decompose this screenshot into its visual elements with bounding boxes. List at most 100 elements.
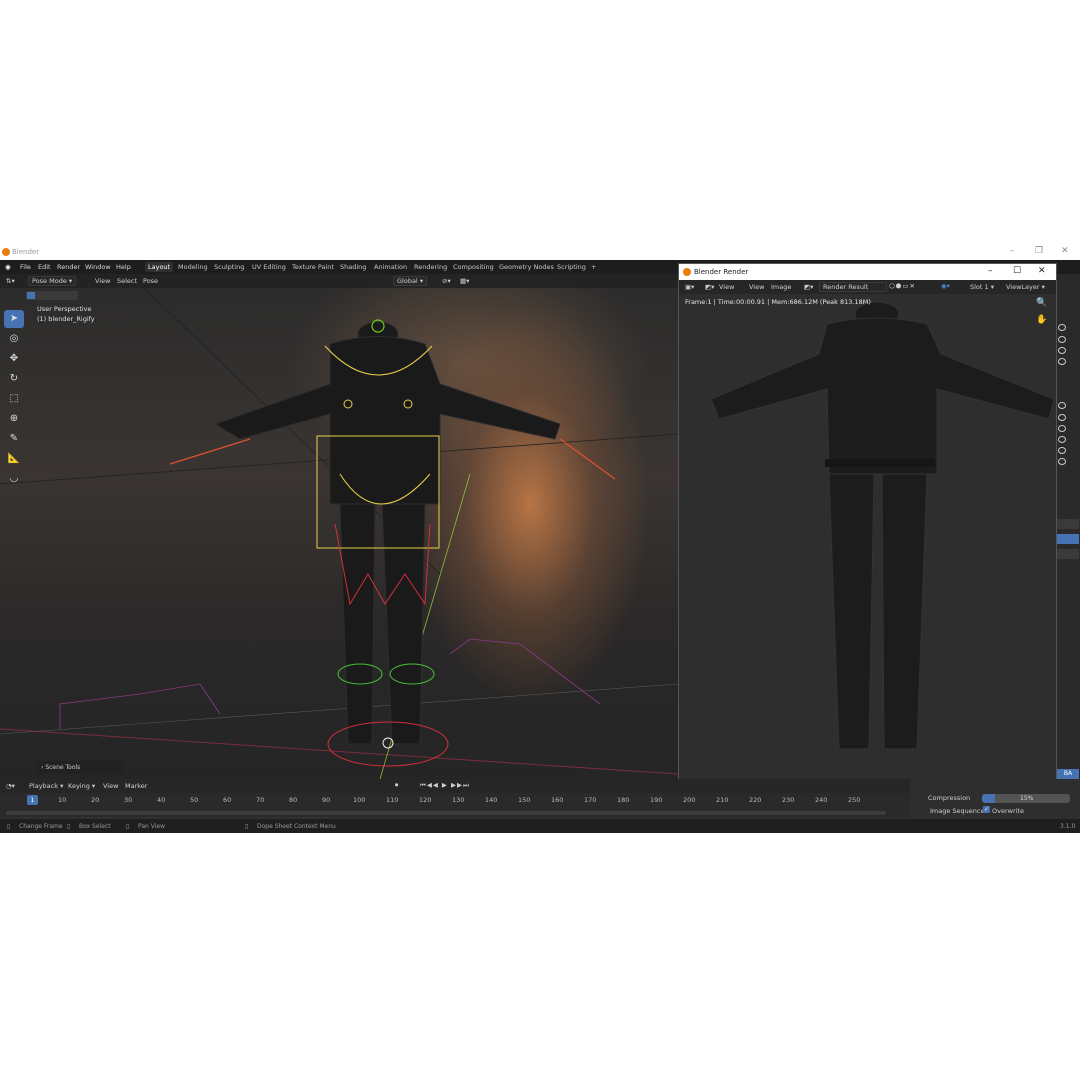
view-layer-dropdown[interactable]: ViewLayer ▾ (1006, 283, 1045, 291)
annotate-tool-icon[interactable]: ✎ (4, 430, 24, 448)
editor-type-icon[interactable]: ▣▾ (685, 283, 694, 291)
display-channels-icon[interactable]: ◉▾ (941, 282, 950, 290)
color-mode-rgba[interactable]: BA (1057, 769, 1079, 779)
tab-texture-paint[interactable]: Texture Paint (289, 262, 337, 272)
compression-value: 15% (1020, 795, 1034, 802)
visibility-eye-icon[interactable] (1058, 414, 1066, 421)
transform-tool-icon[interactable]: ⊕ (4, 410, 24, 428)
cursor-tool-icon[interactable]: ◎ (4, 330, 24, 348)
menu-edit[interactable]: Edit (38, 263, 51, 271)
timeline-menu-keying[interactable]: Keying ▾ (68, 782, 95, 790)
visibility-eye-icon[interactable] (1058, 402, 1066, 409)
frame-tick: 180 (617, 796, 630, 804)
menu-window[interactable]: Window (85, 263, 111, 271)
tab-layout[interactable]: Layout (145, 262, 174, 272)
property-field-active[interactable] (1057, 534, 1079, 544)
visibility-eye-icon[interactable] (1058, 336, 1066, 343)
select-box-tool-icon[interactable]: ➤ (4, 310, 24, 328)
transform-orientation-label: Global (397, 277, 418, 285)
visibility-eye-icon[interactable] (1058, 425, 1066, 432)
render-window-title: Blender Render (694, 268, 749, 276)
editor-type-icon[interactable]: ◔▾ (6, 782, 15, 790)
snap-icon[interactable]: ▦▾ (460, 277, 469, 285)
pivot-icon[interactable]: ⊘▾ (442, 277, 451, 285)
render-window-titlebar: Blender Render – ☐ ✕ (679, 264, 1056, 280)
visibility-eye-icon[interactable] (1058, 436, 1066, 443)
overwrite-checkbox[interactable]: ✓ (983, 806, 990, 813)
image-menu-view[interactable]: View (719, 283, 734, 291)
timeline-menu-playback[interactable]: Playback ▾ (29, 782, 63, 790)
maximize-icon[interactable]: ☐ (1013, 266, 1021, 276)
relax-pose-tool-icon[interactable]: ◡ (4, 470, 24, 488)
add-workspace-icon[interactable]: + (588, 262, 599, 272)
scale-tool-icon[interactable]: ⬚ (4, 390, 24, 408)
close-icon[interactable]: ✕ (1038, 266, 1046, 276)
selection-mode-group[interactable] (26, 291, 78, 300)
close-icon[interactable]: ✕ (1061, 246, 1069, 256)
frame-tick: 170 (584, 796, 597, 804)
rendered-character (710, 301, 1055, 750)
blender-menu-icon[interactable]: ◉ (5, 263, 11, 271)
viewport-menu-select[interactable]: Select (117, 277, 137, 285)
zoom-icon[interactable]: 🔍 (1036, 298, 1047, 308)
visibility-eye-icon[interactable] (1058, 447, 1066, 454)
editor-type-icon[interactable]: ⇅▾ (6, 277, 15, 285)
view-icon[interactable]: ◩▾ (705, 283, 714, 291)
menu-render[interactable]: Render (57, 263, 80, 271)
record-icon[interactable]: ⏺ (395, 781, 398, 790)
minimize-icon[interactable]: – (1010, 246, 1015, 256)
select-mode-icon[interactable] (27, 292, 35, 299)
visibility-eye-icon[interactable] (1058, 324, 1066, 331)
rotate-tool-icon[interactable]: ↻ (4, 370, 24, 388)
frame-tick: 230 (782, 796, 795, 804)
transform-orientation-dropdown[interactable]: Global ▾ (393, 276, 428, 286)
image-name-field[interactable]: Render Result (819, 282, 887, 292)
visibility-eye-icon[interactable] (1058, 358, 1066, 365)
compression-slider[interactable]: 15% (982, 794, 1070, 803)
slot-label: Slot 1 (970, 283, 989, 291)
chevron-right-icon: › (41, 764, 44, 771)
timeline-menu-marker[interactable]: Marker (125, 782, 147, 790)
slot-dropdown[interactable]: Slot 1 ▾ (970, 283, 994, 291)
frame-tick: 250 (848, 796, 861, 804)
image-browse-icon[interactable]: ◩▾ (804, 283, 813, 291)
tab-animation[interactable]: Animation (371, 262, 410, 272)
menu-file[interactable]: File (20, 263, 31, 271)
tab-rendering[interactable]: Rendering (411, 262, 450, 272)
property-field[interactable] (1057, 549, 1079, 559)
render-result-image[interactable]: 🔍 ✋ (679, 294, 1056, 791)
pan-hand-icon[interactable]: ✋ (1036, 315, 1047, 325)
3d-viewport[interactable]: ⇅▾ Pose Mode ▾ View Select Pose Global ▾… (0, 274, 678, 779)
timeline[interactable]: 1 10 20 30 40 50 60 70 80 90 100 110 120… (0, 793, 910, 817)
visibility-eye-icon[interactable] (1058, 347, 1066, 354)
mode-dropdown[interactable]: Pose Mode ▾ (28, 276, 77, 286)
measure-tool-icon[interactable]: 📐 (4, 450, 24, 468)
current-frame-indicator[interactable]: 1 (27, 795, 38, 805)
tab-shading[interactable]: Shading (337, 262, 369, 272)
image-actions-icons[interactable]: ⬡⬢▭✕ (889, 282, 916, 290)
image-menu-view-2[interactable]: View (749, 283, 764, 291)
mouse-context-icon: ▯ (245, 823, 249, 830)
viewport-menu-view[interactable]: View (95, 277, 110, 285)
minimize-icon[interactable]: – (988, 266, 993, 276)
property-field[interactable] (1057, 519, 1079, 529)
maximize-icon[interactable]: ❐ (1035, 246, 1043, 256)
timeline-scrollbar[interactable] (6, 811, 886, 815)
image-menu-image[interactable]: Image (771, 283, 791, 291)
frame-tick: 150 (518, 796, 531, 804)
menu-help[interactable]: Help (116, 263, 131, 271)
move-tool-icon[interactable]: ✥ (4, 350, 24, 368)
tab-sculpting[interactable]: Sculpting (211, 262, 247, 272)
keying-label: Keying (68, 782, 90, 790)
tab-geometry-nodes[interactable]: Geometry Nodes (496, 262, 557, 272)
visibility-eye-icon[interactable] (1058, 458, 1066, 465)
tab-uv-editing[interactable]: UV Editing (249, 262, 289, 272)
playback-controls-icon[interactable]: ⏮◀◀ ▶ ▶▶⏭ (420, 781, 470, 790)
render-stats: Frame:1 | Time:00:00.91 | Mem:686.12M (P… (685, 298, 871, 306)
timeline-menu-view[interactable]: View (103, 782, 118, 790)
scene-tools-panel[interactable]: › Scene Tools (37, 761, 125, 774)
tab-modeling[interactable]: Modeling (175, 262, 211, 272)
tab-compositing[interactable]: Compositing (450, 262, 497, 272)
tab-scripting[interactable]: Scripting (554, 262, 589, 272)
viewport-menu-pose[interactable]: Pose (143, 277, 158, 285)
